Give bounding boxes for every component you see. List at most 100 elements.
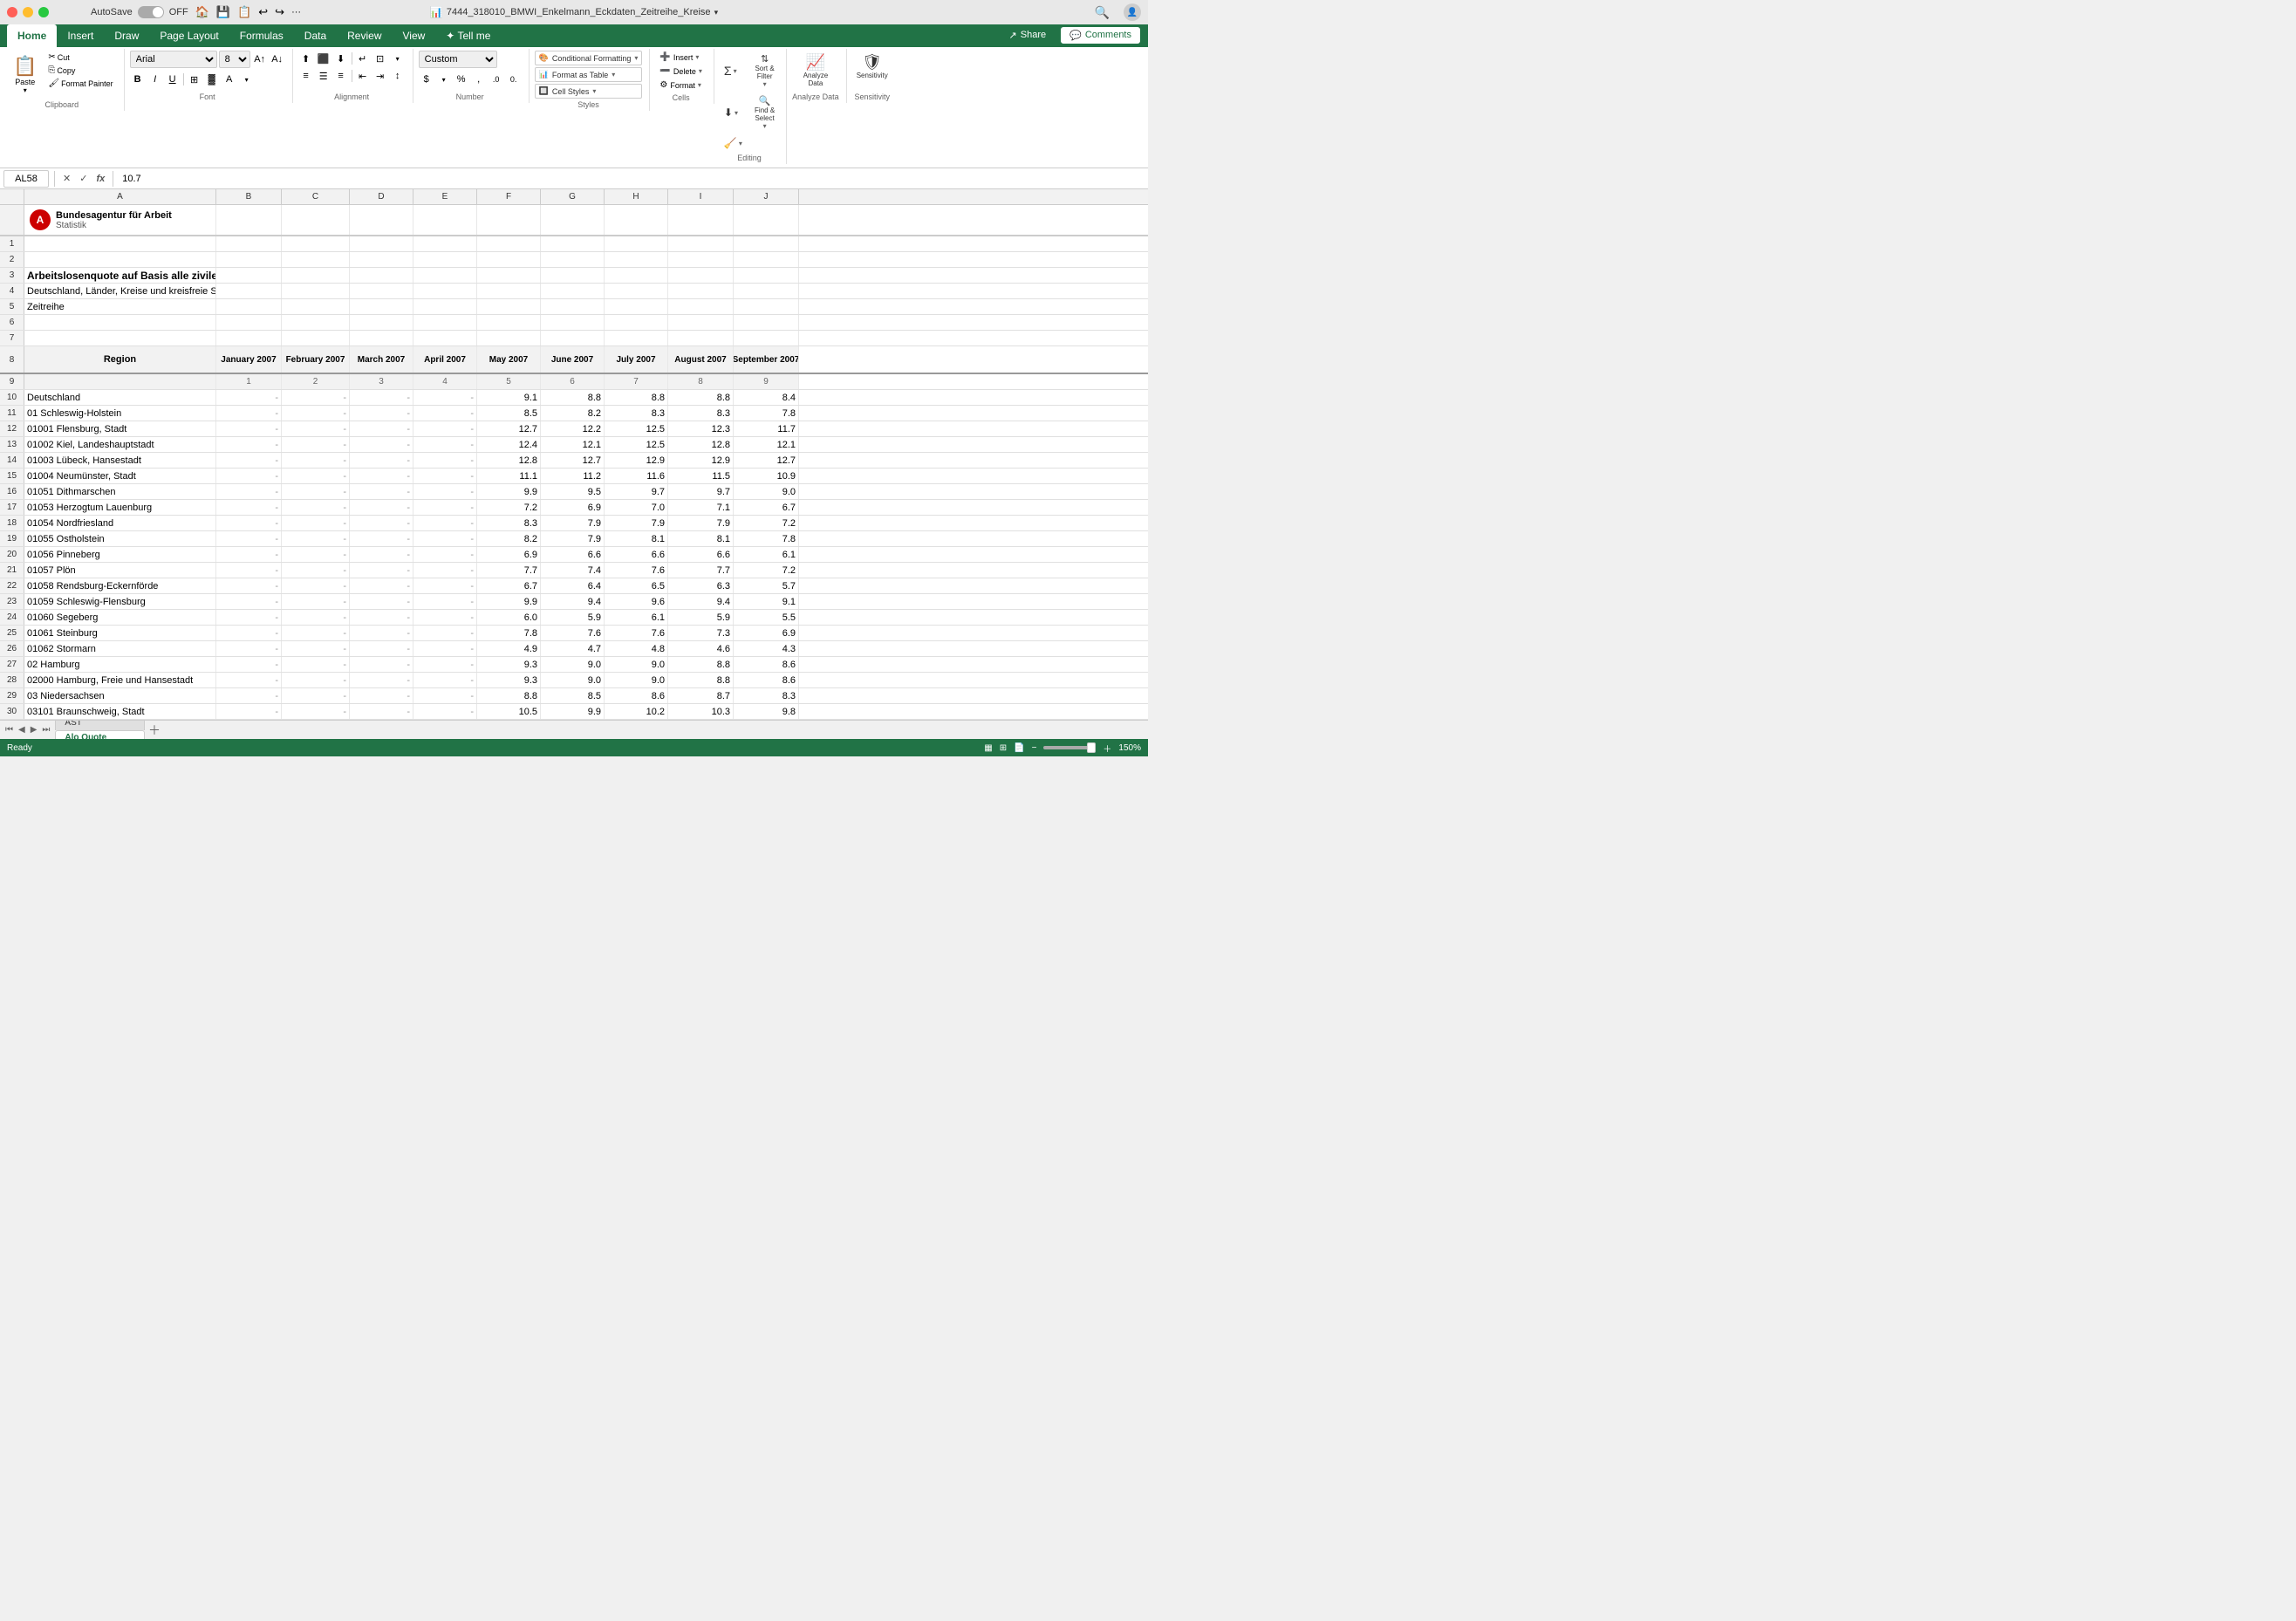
cell-r22-w-col-e[interactable]: -: [413, 578, 477, 593]
wrap-text-button[interactable]: ↵: [355, 51, 371, 66]
cell-r18-w-col-h[interactable]: 7.9: [605, 516, 668, 530]
align-top-button[interactable]: ⬆: [298, 51, 314, 66]
align-middle-button[interactable]: ⬛: [316, 51, 331, 66]
comments-button[interactable]: 💬 Comments: [1060, 26, 1141, 44]
cell-r27-w-col-h[interactable]: 9.0: [605, 657, 668, 672]
cell-r30-w-col-h[interactable]: 10.2: [605, 704, 668, 719]
cell-r22-w-col-b[interactable]: -: [216, 578, 282, 593]
cell-r23-w-col-g[interactable]: 9.4: [541, 594, 605, 609]
merge-arrow[interactable]: ▾: [390, 51, 406, 66]
col-sep07-header[interactable]: September 2007: [734, 346, 799, 373]
cell-r16-w-col-a[interactable]: 01051 Dithmarschen: [24, 484, 216, 499]
cell-r23-w-col-e[interactable]: -: [413, 594, 477, 609]
sort-filter-button[interactable]: ⇅ Sort & Filter ▾: [750, 51, 779, 91]
traffic-lights[interactable]: [7, 7, 49, 17]
font-color-button[interactable]: A: [222, 72, 237, 87]
col-header-h[interactable]: H: [605, 189, 668, 204]
redo-icon[interactable]: ↪: [275, 5, 284, 19]
cond-format-arrow[interactable]: ▾: [634, 54, 638, 62]
cell-r19-w-col-h[interactable]: 8.1: [605, 531, 668, 546]
format-cell-button[interactable]: ⚙ Format ▾: [655, 79, 706, 92]
more-icon[interactable]: ···: [291, 7, 301, 17]
zoom-increase-button[interactable]: ＋: [1103, 742, 1111, 755]
cell-r20-w-col-h[interactable]: 6.6: [605, 547, 668, 562]
cell-r23-w-col-f[interactable]: 9.9: [477, 594, 541, 609]
cell-r16-w-col-i[interactable]: 9.7: [668, 484, 734, 499]
cell-r10-w-col-i[interactable]: 8.8: [668, 390, 734, 405]
col-aug07-header[interactable]: August 2007: [668, 346, 734, 373]
cell-r15-w-col-i[interactable]: 11.5: [668, 469, 734, 483]
cell-r22-w-col-g[interactable]: 6.4: [541, 578, 605, 593]
format-as-table-button[interactable]: 📊 Format as Table ▾: [535, 67, 643, 82]
cell-r13-w-col-g[interactable]: 12.1: [541, 437, 605, 452]
col-header-g[interactable]: G: [541, 189, 605, 204]
cell-r24-w-col-c[interactable]: -: [282, 610, 350, 625]
cell-r19-w-col-j[interactable]: 7.8: [734, 531, 799, 546]
undo-icon[interactable]: ↩: [258, 5, 268, 19]
cell-r27-w-col-i[interactable]: 8.8: [668, 657, 734, 672]
cell-r19-w-col-c[interactable]: -: [282, 531, 350, 546]
cell-r11-w-col-e[interactable]: -: [413, 406, 477, 421]
sheet-tab-alo-quote[interactable]: Alo Quote: [55, 730, 145, 740]
cell-r14-w-col-g[interactable]: 12.7: [541, 453, 605, 468]
cell-r16-w-col-b[interactable]: -: [216, 484, 282, 499]
cell-r29-w-col-f[interactable]: 8.8: [477, 688, 541, 703]
cell-r12-w-col-h[interactable]: 12.5: [605, 421, 668, 436]
page-layout-view-button[interactable]: 📄: [1014, 743, 1024, 753]
cell-r14-w-col-j[interactable]: 12.7: [734, 453, 799, 468]
cell-r15-w-col-g[interactable]: 11.2: [541, 469, 605, 483]
cell-r25-w-col-f[interactable]: 7.8: [477, 626, 541, 640]
insert-function-button[interactable]: fx: [93, 174, 107, 184]
cell-r23-w-col-j[interactable]: 9.1: [734, 594, 799, 609]
cell-r27-w-col-g[interactable]: 9.0: [541, 657, 605, 672]
borders-button[interactable]: ⊞: [187, 72, 202, 87]
cell-r13-w-col-h[interactable]: 12.5: [605, 437, 668, 452]
text-direction-button[interactable]: ↕: [390, 68, 406, 84]
cell-r25-w-col-e[interactable]: -: [413, 626, 477, 640]
cell-r10-w-col-e[interactable]: -: [413, 390, 477, 405]
cell-r16-w-col-f[interactable]: 9.9: [477, 484, 541, 499]
cell-r27-w-col-d[interactable]: -: [350, 657, 413, 672]
cell-r15-w-col-d[interactable]: -: [350, 469, 413, 483]
cell-r15-w-col-h[interactable]: 11.6: [605, 469, 668, 483]
cell-r17-w-col-f[interactable]: 7.2: [477, 500, 541, 515]
cell-r26-w-col-a[interactable]: 01062 Stormarn: [24, 641, 216, 656]
cell-r26-w-col-b[interactable]: -: [216, 641, 282, 656]
cell-r29-w-col-e[interactable]: -: [413, 688, 477, 703]
cell-r16-w-col-c[interactable]: -: [282, 484, 350, 499]
insert-cell-button[interactable]: ➕ Insert ▾: [655, 51, 706, 64]
cell-r19-w-col-e[interactable]: -: [413, 531, 477, 546]
confirm-formula-button[interactable]: ✓: [77, 173, 90, 184]
col-jul07-header[interactable]: July 2007: [605, 346, 668, 373]
cell-r18-w-col-d[interactable]: -: [350, 516, 413, 530]
cell-r13-w-col-j[interactable]: 12.1: [734, 437, 799, 452]
cell-r25-w-col-c[interactable]: -: [282, 626, 350, 640]
tab-prev-button[interactable]: ◀: [17, 723, 27, 736]
cell-r23-w-col-c[interactable]: -: [282, 594, 350, 609]
cell-r24-w-col-a[interactable]: 01060 Segeberg: [24, 610, 216, 625]
cell-r21-w-col-h[interactable]: 7.6: [605, 563, 668, 578]
cell-r10-w-col-d[interactable]: -: [350, 390, 413, 405]
cell-r30-w-col-i[interactable]: 10.3: [668, 704, 734, 719]
zoom-slider[interactable]: [1043, 746, 1096, 749]
cell-r14-w-col-f[interactable]: 12.8: [477, 453, 541, 468]
decrease-font-button[interactable]: A↓: [270, 51, 285, 67]
cell-r12-w-col-g[interactable]: 12.2: [541, 421, 605, 436]
cell-r15-w-col-j[interactable]: 10.9: [734, 469, 799, 483]
cell-r27-w-col-c[interactable]: -: [282, 657, 350, 672]
cell-r28-w-col-c[interactable]: -: [282, 673, 350, 687]
cell-r10-w-col-a[interactable]: Deutschland: [24, 390, 216, 405]
cell-r28-w-col-i[interactable]: 8.8: [668, 673, 734, 687]
cell-r25-w-col-d[interactable]: -: [350, 626, 413, 640]
cell-r27-w-col-e[interactable]: -: [413, 657, 477, 672]
cell-r12-w-col-j[interactable]: 11.7: [734, 421, 799, 436]
font-color-arrow[interactable]: ▾: [239, 72, 255, 87]
cell-r29-w-col-a[interactable]: 03 Niedersachsen: [24, 688, 216, 703]
cell-r14-w-col-a[interactable]: 01003 Lübeck, Hansestadt: [24, 453, 216, 468]
cell-r25-w-col-h[interactable]: 7.6: [605, 626, 668, 640]
cell-r11-w-col-h[interactable]: 8.3: [605, 406, 668, 421]
cell-r30-w-col-g[interactable]: 9.9: [541, 704, 605, 719]
cell-r20-w-col-a[interactable]: 01056 Pinneberg: [24, 547, 216, 562]
cell-r15-w-col-f[interactable]: 11.1: [477, 469, 541, 483]
cell-r22-w-col-d[interactable]: -: [350, 578, 413, 593]
